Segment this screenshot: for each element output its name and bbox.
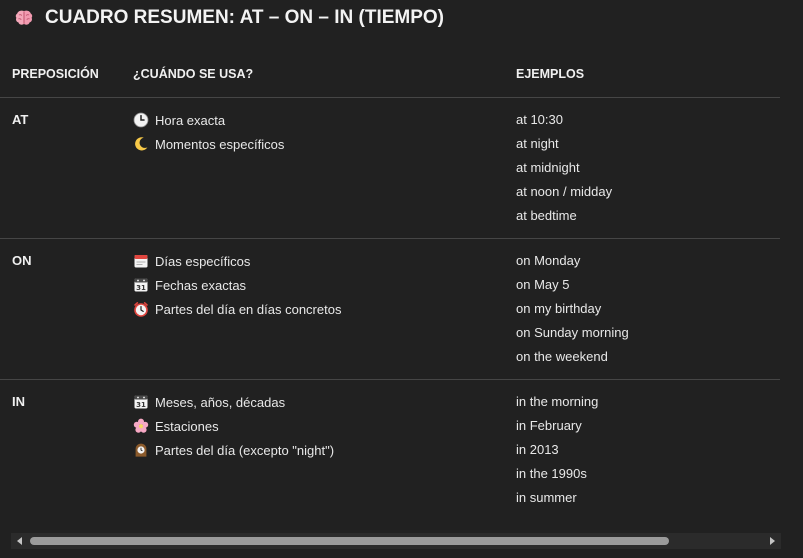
horizontal-scrollbar[interactable]: [11, 533, 781, 549]
cherry-blossom-icon: [133, 418, 149, 434]
row-divider: [0, 379, 780, 380]
mantelpiece-clock-icon: [133, 442, 149, 458]
clock-icon: [133, 112, 149, 128]
usage-label: Días específicos: [155, 253, 251, 269]
column-header-preposicion: PREPOSICIÓN: [12, 67, 99, 81]
usage-item: 31 Fechas exactas: [133, 273, 246, 297]
example-item: at bedtime: [516, 208, 577, 223]
example-item: in February: [516, 418, 582, 433]
header-divider: [0, 97, 780, 98]
usage-item: Momentos específicos: [133, 132, 284, 156]
column-header-cuando: ¿CUÁNDO SE USA?: [133, 67, 254, 81]
brain-icon: [14, 8, 34, 28]
preposition-cell: ON: [12, 253, 32, 268]
example-item: at night: [516, 136, 559, 151]
example-item: on Sunday morning: [516, 325, 629, 340]
column-header-ejemplos: EJEMPLOS: [516, 67, 585, 81]
usage-label: Meses, años, décadas: [155, 394, 286, 410]
example-item: on May 5: [516, 277, 570, 292]
example-item: on the weekend: [516, 349, 608, 364]
example-item: at noon / midday: [516, 184, 613, 199]
example-item: at midnight: [516, 160, 580, 175]
usage-item: Partes del día (excepto "night"): [133, 438, 334, 462]
summary-title: CUADRO RESUMEN: AT – ON – IN (TIEMPO): [14, 5, 444, 31]
tear-off-calendar-icon: [133, 253, 149, 269]
usage-item: 31 Meses, años, décadas: [133, 390, 285, 414]
usage-item: Hora exacta: [133, 108, 225, 132]
example-item: in summer: [516, 490, 577, 505]
svg-text:31: 31: [136, 401, 146, 409]
summary-title-text: CUADRO RESUMEN: AT – ON – IN (TIEMPO): [45, 7, 445, 28]
calendar-icon: 31: [133, 394, 149, 410]
example-item: at 10:30: [516, 112, 563, 127]
example-item: on Monday: [516, 253, 581, 268]
alarm-clock-icon: [133, 301, 149, 317]
usage-label: Hora exacta: [155, 112, 226, 128]
usage-label: Partes del día en días concretos: [155, 301, 342, 317]
usage-item: Estaciones: [133, 414, 219, 438]
summary-table: PREPOSICIÓN ¿CUÁNDO SE USA? EJEMPLOS AT …: [0, 52, 780, 528]
svg-text:31: 31: [136, 284, 146, 292]
example-item: in the 1990s: [516, 466, 587, 481]
scroll-left-arrow-icon[interactable]: [17, 537, 22, 545]
usage-label: Partes del día (excepto "night"): [155, 442, 335, 458]
chat-response-view: CUADRO RESUMEN: AT – ON – IN (TIEMPO) PR…: [0, 0, 803, 558]
usage-label: Momentos específicos: [155, 136, 285, 152]
usage-label: Fechas exactas: [155, 277, 247, 293]
preposition-cell: AT: [12, 112, 29, 127]
crescent-moon-icon: [133, 136, 149, 152]
example-item: in 2013: [516, 442, 559, 457]
preposition-cell: IN: [12, 394, 25, 409]
calendar-icon: 31: [133, 277, 149, 293]
scroll-right-arrow-icon[interactable]: [770, 537, 775, 545]
row-divider: [0, 238, 780, 239]
usage-label: Estaciones: [155, 418, 219, 434]
usage-item: Días específicos: [133, 249, 250, 273]
scrollbar-thumb[interactable]: [30, 537, 669, 545]
example-item: in the morning: [516, 394, 599, 409]
example-item: on my birthday: [516, 301, 602, 316]
usage-item: Partes del día en días concretos: [133, 297, 341, 321]
